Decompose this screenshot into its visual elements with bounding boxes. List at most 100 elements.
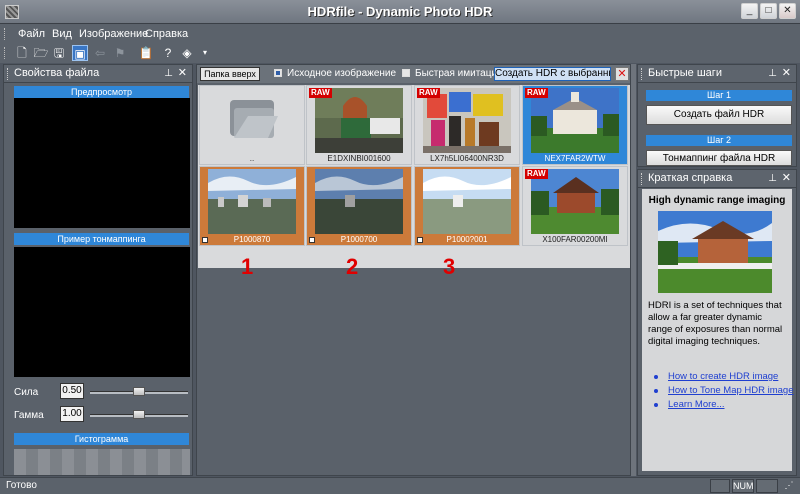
close-button[interactable]: ✕ [779,3,796,19]
flag-icon[interactable]: ⚑ [112,45,128,61]
step2-label: Шаг 2 [646,135,792,146]
help-content: High dynamic range imaging HDRI is a set… [642,189,794,471]
raw-badge: RAW [525,169,548,179]
create-hdr-file-button[interactable]: Создать файл HDR [646,105,792,125]
pin-icon[interactable]: ⊥ [164,65,173,82]
file-properties-header: Свойства файла ⊥ ✕ [4,65,192,83]
save-icon[interactable]: 🖫 [51,45,67,61]
file-properties-panel: Свойства файла ⊥ ✕ Предпросмотр Пример т… [3,64,193,476]
bullet-icon [654,375,658,379]
menu-file[interactable]: Файл [18,28,45,40]
thumbnail-item[interactable]: P1000?001 [414,166,520,246]
close-panel-icon[interactable]: ✕ [782,170,791,187]
file-browser: Папка вверх Исходное изображение Быстрая… [196,64,633,476]
close-panel-icon[interactable]: ✕ [782,65,791,82]
link-tonemap-hdr[interactable]: How to Tone Map HDR image [668,385,794,396]
photo-thumbnail [315,169,403,234]
strength-value[interactable]: 0.50 [60,383,84,399]
splitter[interactable] [630,64,636,476]
thumbnail-item[interactable]: RAW X100FAR00200MI [522,166,628,246]
thumbnail-item[interactable]: P1000870 [199,166,305,246]
menu-view[interactable]: Вид [52,28,72,40]
link-learn-more[interactable]: Learn More... [668,399,725,410]
strength-slider-thumb[interactable] [133,387,145,396]
thumbnail-caption: P1000870 [233,235,271,244]
pin-icon[interactable]: ⊥ [768,170,777,187]
gamma-value[interactable]: 1.00 [60,406,84,422]
minimize-button[interactable]: _ [741,3,758,19]
photo-thumbnail [423,169,511,234]
layers-icon[interactable]: ◈ [179,45,195,61]
close-browser-button[interactable]: ✕ [615,67,629,81]
menu-grip[interactable] [4,28,7,40]
gamma-label: Гамма [14,410,44,421]
clipboard-icon[interactable]: 📋 [138,45,154,61]
help-icon[interactable]: ? [160,45,176,61]
annotation-number-1: 1 [241,254,254,279]
raw-badge: RAW [309,88,332,98]
quick-preview-radio[interactable] [402,69,410,77]
maximize-button[interactable]: □ [760,3,777,19]
quick-steps-panel: Быстрые шаги ⊥ ✕ Шаг 1 Создать файл HDR … [637,64,797,167]
bullet-icon [654,403,658,407]
panel-grip[interactable] [7,68,10,80]
step1-label: Шаг 1 [646,90,792,101]
close-panel-icon[interactable]: ✕ [178,65,187,82]
source-image-radio[interactable] [274,69,282,77]
thumbnail-item[interactable]: RAW LX7h5LI06400NR3D [414,85,520,165]
help-text: HDRI is a set of techniques that allow a… [648,300,783,347]
gamma-slider-thumb[interactable] [133,410,145,419]
raw-badge: RAW [417,88,440,98]
new-file-icon[interactable]: 🗋 [14,45,30,61]
toolbar: 🗋 🗁 🖫 ▣ ⇦ ⚑ 📋 ? ◈ ▾ [0,43,800,63]
help-heading: High dynamic range imaging [648,195,786,206]
create-hdr-button[interactable]: Создать HDR с выбранным [494,67,611,81]
preview-area [14,98,190,228]
pin-icon[interactable]: ⊥ [768,65,777,82]
tonemap-hdr-button[interactable]: Тонмаппинг файла HDR [646,150,792,166]
status-num-indicator: NUM [732,479,754,493]
quick-help-panel: Краткая справка ⊥ ✕ High dynamic range i… [637,169,797,476]
title-bar: HDRfile - Dynamic Photo HDR _ □ ✕ [0,0,800,24]
link-create-hdr[interactable]: How to create HDR image [668,371,778,382]
thumbnail-caption: X100FAR00200MI [542,235,608,244]
source-image-label: Исходное изображение [287,68,397,79]
back-arrow-icon[interactable]: ⇦ [92,45,108,61]
strength-label: Сила [14,387,39,398]
thumbnail-caption: LX7h5LI06400NR3D [430,154,504,163]
thumbnail-caption: P1000?001 [446,235,488,244]
toolbar-overflow-icon[interactable]: ▾ [197,45,213,61]
histogram-area [14,449,190,475]
thumbnail-caption: E1DXINBI001600 [327,154,391,163]
resize-grip-icon[interactable]: ⋰ [781,479,797,493]
thumbnail-item[interactable]: RAW E1DXINBI001600 [306,85,412,165]
hdr-example-image [658,211,772,293]
status-text: Готово [6,480,37,491]
folder-icon [230,100,278,138]
window-title: HDRfile - Dynamic Photo HDR [307,4,493,19]
browser-view-icon[interactable]: ▣ [72,45,88,61]
panel-grip[interactable] [641,68,644,80]
panel-grip[interactable] [641,173,644,185]
menu-help[interactable]: Справка [145,28,188,40]
quick-preview-label: Быстрая имитация [415,68,503,79]
open-folder-icon[interactable]: 🗁 [33,45,49,61]
raw-badge: RAW [525,88,548,98]
quick-help-title: Краткая справка [648,172,733,184]
folder-up-button[interactable]: Папка вверх [200,67,260,81]
status-bar: Готово NUM ⋰ [0,477,800,494]
thumbnail-caption: NEX7FAR2WTW [544,154,606,163]
thumbnail-grid: .. RAW E1DXINBI001600 RAW LX7h5LI06400NR… [198,85,631,268]
browser-toolbar: Папка вверх Исходное изображение Быстрая… [197,65,633,83]
quick-help-header: Краткая справка ⊥ ✕ [638,170,796,188]
menu-image[interactable]: Изображение [79,28,148,40]
thumbnail-caption: .. [249,154,255,163]
thumbnail-item[interactable]: RAW NEX7FAR2WTW [522,85,628,165]
thumbnail-item[interactable]: .. [199,85,305,165]
annotation-number-3: 3 [443,254,456,279]
thumbnail-caption: P1000700 [340,235,378,244]
thumbnail-item[interactable]: P1000700 [306,166,412,246]
quick-steps-title: Быстрые шаги [648,67,722,79]
status-scrl-indicator [756,479,778,493]
toolbar-grip[interactable] [4,47,7,59]
